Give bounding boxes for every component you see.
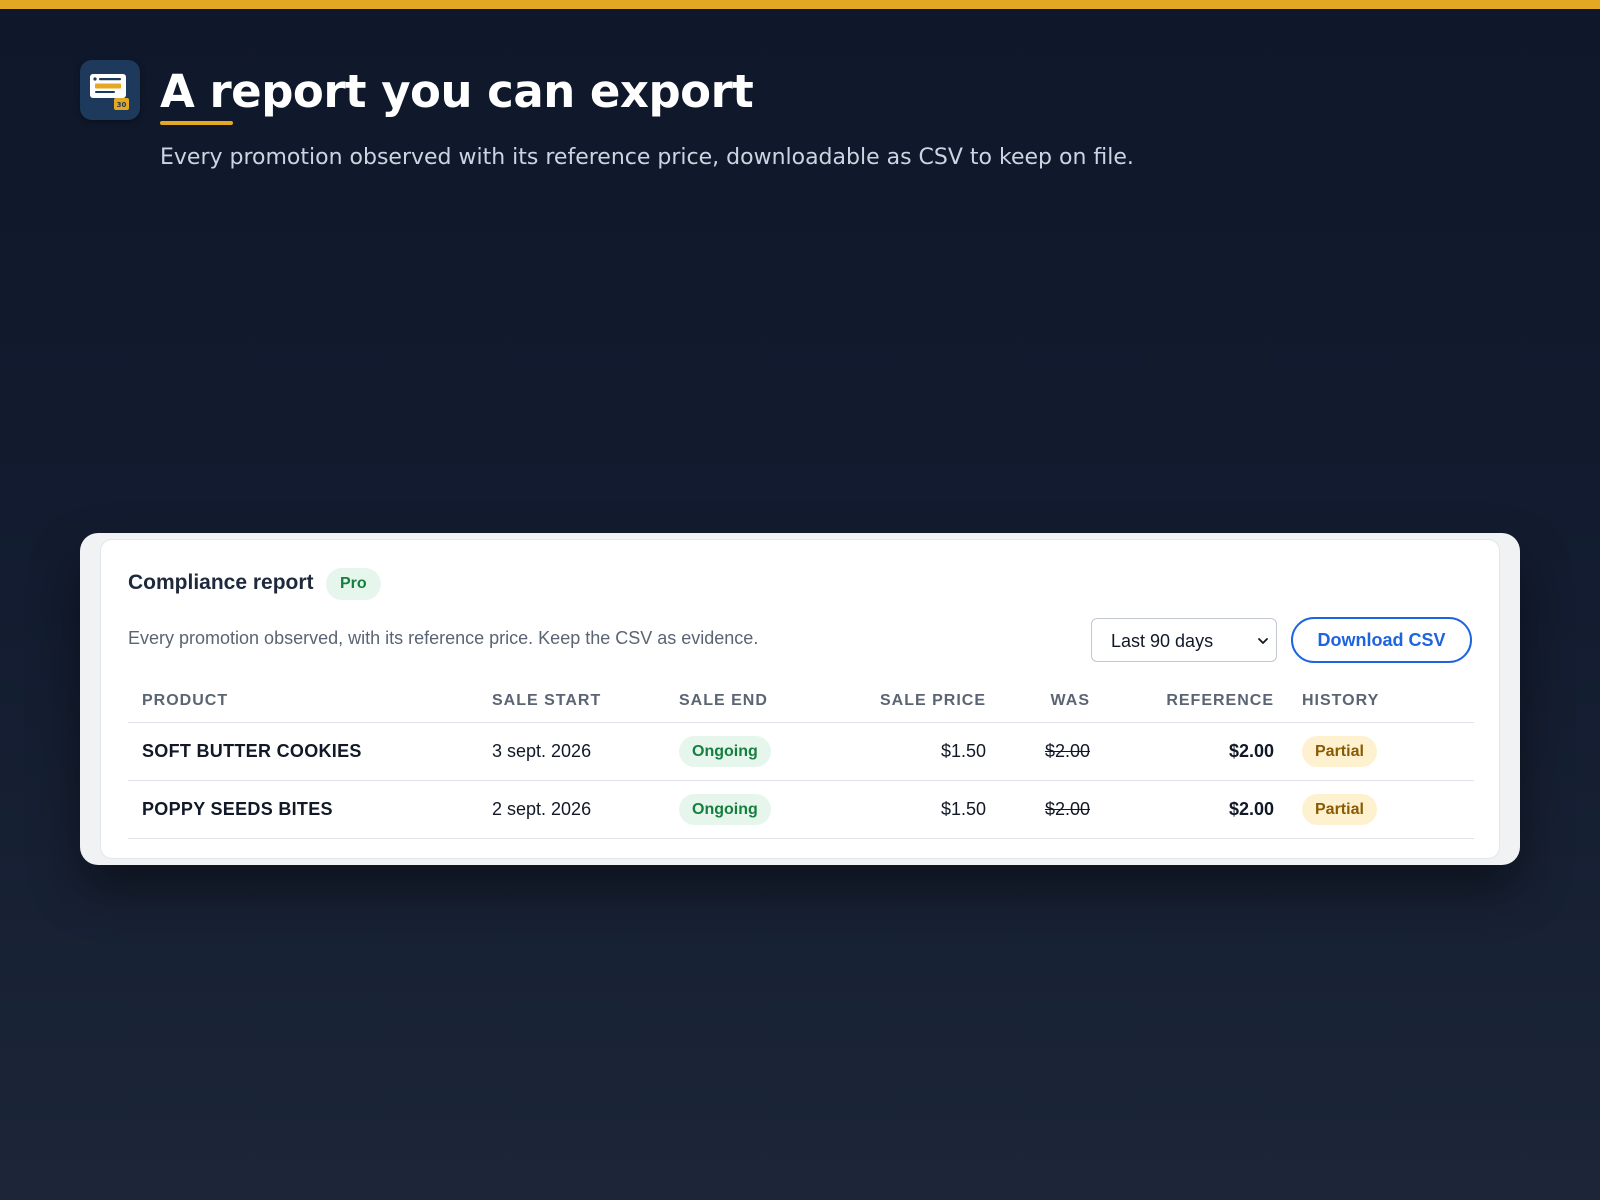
product-name: POPPY SEEDS BITES <box>128 780 478 839</box>
report-title: Compliance report <box>128 571 314 594</box>
date-range-select[interactable]: Last 90 days <box>1091 618 1277 662</box>
report-description: Every promotion observed, with its refer… <box>128 628 759 648</box>
column-header-sale-end[interactable]: SALE END <box>665 680 817 723</box>
download-csv-button[interactable]: Download CSV <box>1291 617 1472 663</box>
page-subtitle: Every promotion observed with its refere… <box>160 145 1134 170</box>
column-header-reference[interactable]: REFERENCE <box>1104 680 1288 723</box>
title-underline <box>160 121 233 125</box>
chevron-down-icon <box>1256 634 1270 648</box>
report-card-frame: Compliance report Pro Every promotion ob… <box>80 533 1520 865</box>
app-icon-badge: 30 <box>117 101 127 109</box>
page-title: A report you can export <box>160 65 754 118</box>
was-price: $2.00 <box>1000 722 1104 781</box>
reference-price: $2.00 <box>1104 780 1288 839</box>
partial-history-badge: Partial <box>1302 735 1377 767</box>
pro-badge: Pro <box>326 568 381 600</box>
sale-end-cell: Ongoing <box>665 780 817 839</box>
report-table: PRODUCT SALE START SALE END SALE PRICE W… <box>128 680 1474 839</box>
product-name: SOFT BUTTER COOKIES <box>128 722 478 781</box>
date-range-value: Last 90 days <box>1111 631 1214 651</box>
column-header-history[interactable]: HISTORY <box>1288 680 1474 723</box>
reference-price: $2.00 <box>1104 722 1288 781</box>
partial-history-badge: Partial <box>1302 793 1377 825</box>
ongoing-badge: Ongoing <box>679 735 771 767</box>
column-header-sale-price[interactable]: SALE PRICE <box>817 680 1000 723</box>
sale-price: $1.50 <box>817 722 1000 781</box>
compliance-report-card: Compliance report Pro Every promotion ob… <box>100 539 1500 859</box>
table-row: SOFT BUTTER COOKIES 3 sept. 2026 Ongoing… <box>128 722 1474 781</box>
sale-start-date: 3 sept. 2026 <box>478 722 665 781</box>
column-header-sale-start[interactable]: SALE START <box>478 680 665 723</box>
table-header-row: PRODUCT SALE START SALE END SALE PRICE W… <box>128 680 1474 723</box>
history-cell: Partial <box>1288 780 1474 839</box>
sale-end-cell: Ongoing <box>665 722 817 781</box>
sale-price: $1.50 <box>817 780 1000 839</box>
column-header-was[interactable]: WAS <box>1000 680 1104 723</box>
column-header-product[interactable]: PRODUCT <box>128 680 478 723</box>
ongoing-badge: Ongoing <box>679 793 771 825</box>
history-cell: Partial <box>1288 722 1474 781</box>
accent-top-bar <box>0 0 1600 9</box>
receipt-calendar-icon: 30 <box>80 60 140 120</box>
table-row: POPPY SEEDS BITES 2 sept. 2026 Ongoing $… <box>128 780 1474 839</box>
sale-start-date: 2 sept. 2026 <box>478 780 665 839</box>
was-price: $2.00 <box>1000 780 1104 839</box>
